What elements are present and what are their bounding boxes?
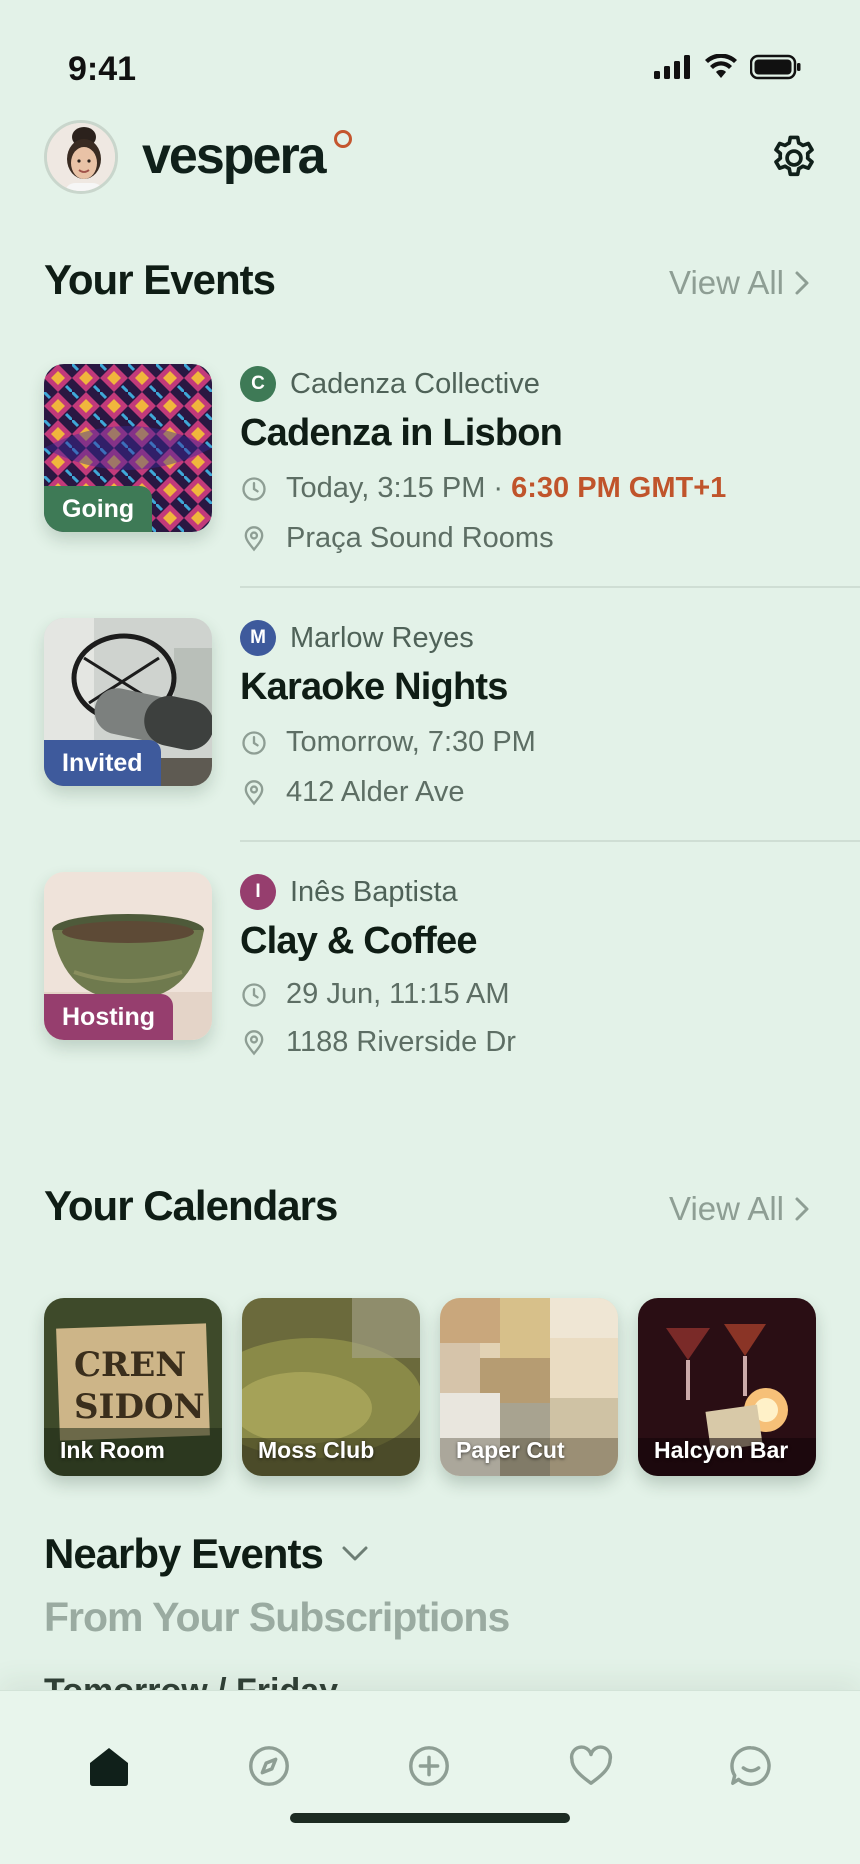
status-badge: Invited xyxy=(44,740,161,786)
organizer-avatar: C xyxy=(240,366,276,402)
status-bar: 9:41 xyxy=(0,0,860,110)
event-thumbnail: Invited xyxy=(44,618,212,786)
plus-circle-icon xyxy=(409,1746,449,1786)
event-time-text: Tomorrow, 7:30 PM xyxy=(286,726,536,758)
compass-icon xyxy=(249,1746,289,1786)
calendar-label: Paper Cut xyxy=(456,1437,565,1463)
svg-text:SIDON: SIDON xyxy=(74,1387,205,1427)
event-title: Clay & Coffee xyxy=(240,920,477,962)
calendar-card[interactable]: Moss Club xyxy=(242,1298,420,1476)
clock-icon xyxy=(242,730,266,755)
event-row[interactable]: Going C Cadenza Collective Cadenza in Li… xyxy=(0,364,860,618)
event-time: Tomorrow, 7:30 PM xyxy=(240,726,536,759)
event-location: 412 Alder Ave xyxy=(240,776,464,809)
heart-icon xyxy=(569,1745,613,1785)
organizer-name: Marlow Reyes xyxy=(290,621,474,654)
your-events-header: Your Events View All xyxy=(0,256,860,316)
chevron-right-icon xyxy=(795,271,809,295)
chat-icon xyxy=(730,1746,771,1786)
event-organizer[interactable]: M Marlow Reyes xyxy=(240,620,474,656)
wifi-icon xyxy=(705,54,737,78)
location-pin-icon xyxy=(244,525,264,551)
home-indicator xyxy=(290,1813,570,1823)
svg-text:CREN: CREN xyxy=(74,1345,186,1385)
calendar-card[interactable]: Paper Cut xyxy=(440,1298,618,1476)
battery-icon xyxy=(750,54,801,80)
event-row[interactable]: Hosting I Inês Baptista Clay & Coffee 29… xyxy=(0,872,860,1126)
event-time: Today, 3:15 PM · 6:30 PM GMT+1 xyxy=(240,472,726,505)
brand-accent-dot xyxy=(334,130,352,148)
event-thumbnail: Going xyxy=(44,364,212,532)
event-title: Karaoke Nights xyxy=(240,666,508,708)
event-organizer[interactable]: C Cadenza Collective xyxy=(240,366,540,402)
nearby-events-selector[interactable]: Nearby Events xyxy=(44,1530,369,1578)
organizer-avatar: M xyxy=(240,620,276,656)
view-all-events-link[interactable]: View All xyxy=(669,264,810,302)
clock-icon xyxy=(242,982,266,1007)
organizer-name: Cadenza Collective xyxy=(290,367,540,400)
event-time: 29 Jun, 11:15 AM xyxy=(240,978,510,1011)
section-title: Your Events xyxy=(44,256,276,303)
organizer-avatar: I xyxy=(240,874,276,910)
event-location: Praça Sound Rooms xyxy=(240,522,554,555)
section-title: Your Calendars xyxy=(44,1182,338,1229)
event-location-text: 412 Alder Ave xyxy=(286,776,465,808)
calendar-card[interactable]: Halcyon Bar xyxy=(638,1298,816,1476)
app-header: vespera xyxy=(0,118,860,198)
event-time-text: Today, 3:15 PM · xyxy=(286,472,504,504)
tab-messages[interactable] xyxy=(716,1731,786,1801)
tab-create[interactable] xyxy=(394,1731,464,1801)
your-calendars-header: Your Calendars View All xyxy=(0,1182,860,1242)
event-thumbnail: Hosting xyxy=(44,872,212,1040)
event-location-text: Praça Sound Rooms xyxy=(286,522,554,554)
avatar[interactable] xyxy=(44,120,118,194)
row-divider xyxy=(240,840,860,842)
location-pin-icon xyxy=(244,779,264,805)
event-organizer[interactable]: I Inês Baptista xyxy=(240,874,458,910)
status-badge: Going xyxy=(44,486,153,532)
chevron-right-icon xyxy=(795,1197,809,1221)
event-title: Cadenza in Lisbon xyxy=(240,412,563,454)
status-time: 9:41 xyxy=(68,50,137,88)
home-icon xyxy=(90,1748,128,1786)
organizer-name: Inês Baptista xyxy=(290,875,458,908)
tab-bar xyxy=(0,1690,860,1864)
view-all-label: View All xyxy=(669,264,784,301)
event-location-text: 1188 Riverside Dr xyxy=(286,1026,516,1058)
nearby-title: Nearby Events xyxy=(44,1530,324,1577)
event-local-time: 6:30 PM GMT+1 xyxy=(511,472,727,504)
gear-icon xyxy=(774,135,814,177)
calendar-card[interactable]: CREN SIDON Ink Room xyxy=(44,1298,222,1476)
profile-photo xyxy=(47,123,115,191)
tab-favorites[interactable] xyxy=(556,1731,626,1801)
view-all-calendars-link[interactable]: View All xyxy=(669,1190,810,1228)
calendar-label: Halcyon Bar xyxy=(654,1437,789,1463)
tab-home[interactable] xyxy=(74,1731,144,1801)
event-location: 1188 Riverside Dr xyxy=(240,1026,516,1059)
event-row[interactable]: Invited M Marlow Reyes Karaoke Nights To… xyxy=(0,618,860,872)
calendar-carousel[interactable]: CREN SIDON Ink Room Moss Club Paper Cut … xyxy=(44,1298,816,1476)
status-icons xyxy=(654,54,802,80)
settings-button[interactable] xyxy=(764,128,824,188)
status-badge: Hosting xyxy=(44,994,174,1040)
signal-icon xyxy=(654,55,690,79)
row-divider xyxy=(240,586,860,588)
location-pin-icon xyxy=(244,1029,264,1055)
brand-logo: vespera xyxy=(142,127,327,185)
tab-explore[interactable] xyxy=(234,1731,304,1801)
clock-icon xyxy=(242,476,266,501)
event-time-text: 29 Jun, 11:15 AM xyxy=(286,978,510,1010)
calendar-label: Ink Room xyxy=(60,1437,165,1463)
chevron-down-icon xyxy=(342,1546,368,1561)
view-all-label: View All xyxy=(669,1190,784,1227)
nearby-subtitle: From Your Subscriptions xyxy=(44,1594,510,1640)
calendar-label: Moss Club xyxy=(258,1437,375,1463)
